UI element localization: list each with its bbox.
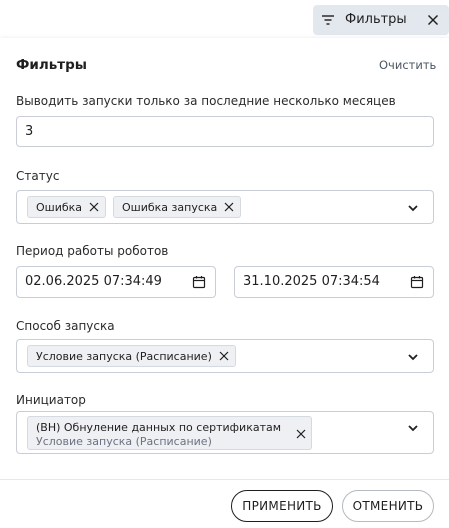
filters-toggle-label: Фильтры (345, 12, 407, 27)
footer-divider (0, 479, 449, 480)
initiator-label: Инициатор (16, 393, 86, 407)
status-select[interactable]: Ошибка Ошибка запуска (16, 190, 434, 224)
filters-panel: Фильтры Очистить Выводить запуски только… (0, 38, 449, 528)
remove-icon[interactable] (296, 429, 306, 439)
period-to-input[interactable]: 31.10.2025 07:34:54 (234, 266, 434, 298)
months-input[interactable]: 3 (16, 116, 434, 147)
status-chip-launch-error: Ошибка запуска (113, 196, 242, 218)
period-label: Период работы роботов (16, 244, 169, 258)
remove-icon[interactable] (219, 351, 229, 361)
remove-icon[interactable] (224, 202, 234, 212)
launch-method-chip: Условие запуска (Расписание) (27, 345, 236, 367)
launch-method-label: Способ запуска (16, 319, 115, 333)
calendar-icon[interactable] (410, 275, 424, 289)
cancel-button[interactable]: ОТМЕНИТЬ (342, 490, 434, 522)
calendar-icon[interactable] (192, 275, 206, 289)
months-label: Выводить запуски только за последние нес… (16, 94, 396, 108)
initiator-chip-title: (ВН) Обнуление данных по сертификатам (36, 421, 282, 434)
clear-button[interactable]: Очистить (379, 58, 436, 72)
period-from-value: 02.06.2025 07:34:49 (25, 274, 162, 289)
period-from-input[interactable]: 02.06.2025 07:34:49 (16, 266, 216, 298)
filters-toggle[interactable]: Фильтры (313, 5, 449, 35)
status-chip-error: Ошибка (27, 196, 107, 218)
chevron-down-icon[interactable] (407, 202, 419, 214)
top-bar: Фильтры (0, 0, 449, 38)
initiator-chip-subtitle: Условие запуска (Расписание) (36, 435, 212, 448)
filter-icon (322, 15, 334, 25)
remove-icon[interactable] (89, 202, 99, 212)
chip-label: Ошибка запуска (122, 200, 218, 214)
initiator-chip: (ВН) Обнуление данных по сертификатам Ус… (27, 416, 312, 450)
chip-label: Условие запуска (Расписание) (36, 349, 212, 363)
launch-method-select[interactable]: Условие запуска (Расписание) (16, 339, 434, 373)
status-label: Статус (16, 169, 60, 183)
chevron-down-icon[interactable] (407, 422, 419, 434)
months-value: 3 (25, 124, 34, 139)
apply-button[interactable]: ПРИМЕНИТЬ (231, 490, 333, 522)
panel-title: Фильтры (16, 57, 87, 73)
chip-label: Ошибка (36, 200, 83, 214)
period-to-value: 31.10.2025 07:34:54 (243, 274, 380, 289)
chevron-down-icon[interactable] (407, 351, 419, 363)
close-icon[interactable] (426, 13, 440, 27)
